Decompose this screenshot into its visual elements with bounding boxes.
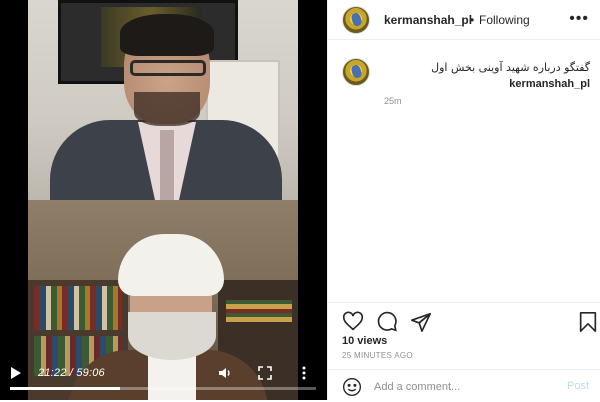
duration: 59:06 [76, 367, 105, 379]
comment-icon[interactable] [376, 311, 398, 333]
caption-avatar[interactable] [342, 58, 370, 86]
instagram-post-window: 21:22 / 59:06 kermanshah_pl • Following … [0, 0, 600, 400]
more-options-icon[interactable]: ••• [569, 10, 589, 28]
progress-fill [10, 387, 121, 390]
progress-bar[interactable] [10, 387, 316, 390]
following-button[interactable]: Following [479, 13, 530, 27]
video-controls: 21:22 / 59:06 [0, 362, 327, 400]
caption-username[interactable]: kermanshah_pl [509, 78, 590, 90]
post-actions: 10 views 25 MINUTES AGO Post [328, 302, 600, 400]
add-comment-bar: Post [328, 369, 600, 401]
fullscreen-icon[interactable] [258, 366, 272, 380]
caption-body: گفتگو درباره شهید آوینی بخش اول kermansh… [384, 60, 590, 92]
video-feed-top [28, 0, 298, 200]
post-comment-button[interactable]: Post [567, 380, 589, 392]
more-vertical-icon[interactable] [300, 366, 308, 380]
play-icon[interactable] [10, 366, 22, 380]
video-time: 21:22 / 59:06 [38, 367, 105, 379]
time-separator: / [66, 367, 77, 379]
header-username[interactable]: kermanshah_pl [384, 13, 472, 27]
bookmark-icon[interactable] [578, 311, 600, 333]
current-time: 21:22 [38, 367, 67, 379]
video-player[interactable]: 21:22 / 59:06 [0, 0, 327, 400]
heart-icon[interactable] [342, 311, 364, 333]
caption-text: گفتگو درباره شهید آوینی بخش اول [431, 61, 590, 74]
post-timestamp: 25 MINUTES AGO [342, 351, 413, 360]
avatar[interactable] [342, 6, 370, 34]
comment-input[interactable] [374, 378, 554, 396]
share-icon[interactable] [410, 311, 432, 333]
post-details-panel: kermanshah_pl • Following ••• گفتگو دربا… [327, 0, 600, 400]
view-count[interactable]: 10 views [342, 335, 387, 347]
caption-time: 25m [384, 96, 402, 106]
post-header: kermanshah_pl • Following ••• [328, 0, 600, 40]
separator-dot: • [470, 13, 475, 27]
volume-icon[interactable] [218, 366, 232, 380]
emoji-icon[interactable] [342, 377, 362, 397]
